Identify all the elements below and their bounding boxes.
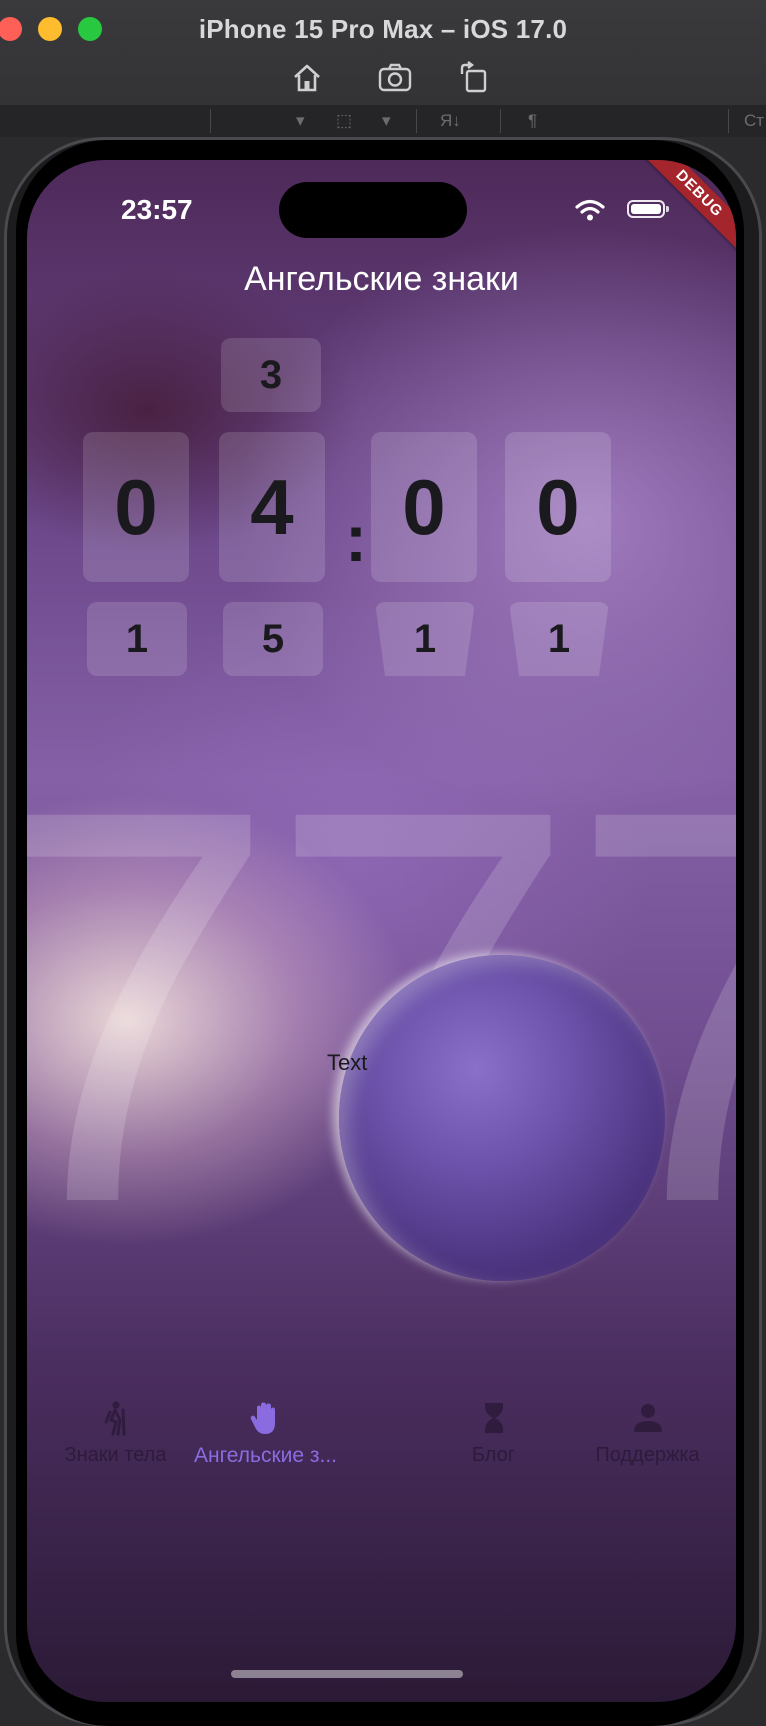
divider xyxy=(416,109,417,133)
simulator-titlebar: iPhone 15 Pro Max – iOS 17.0 xyxy=(0,0,766,115)
screenshot-icon xyxy=(378,63,412,92)
clock-separator: : xyxy=(345,501,367,575)
tab-label: Поддержка xyxy=(595,1444,700,1466)
digit-bottom-tile[interactable]: 1 xyxy=(375,602,475,676)
hiker-icon xyxy=(104,1401,125,1436)
dynamic-island xyxy=(279,182,467,238)
digit-bottom-tile[interactable]: 1 xyxy=(87,602,187,676)
tab-label: Блог xyxy=(471,1444,516,1466)
divider xyxy=(210,109,211,133)
screenshot-button[interactable] xyxy=(377,60,413,96)
border-icon[interactable]: ⬚ xyxy=(336,111,352,131)
editor-toolbar-strip: ▾ ⬚ ▾ Я↓ ¶ Ст xyxy=(0,105,766,137)
battery-icon xyxy=(627,200,669,218)
home-indicator[interactable] xyxy=(231,1670,463,1678)
rotate-button[interactable] xyxy=(456,60,492,96)
home-icon xyxy=(294,64,320,92)
status-time: 23:57 xyxy=(121,194,193,225)
person-icon xyxy=(633,1404,662,1432)
page-title: Ангельские знаки xyxy=(244,260,519,298)
window-title: iPhone 15 Pro Max – iOS 17.0 xyxy=(198,14,568,44)
placeholder-text: Text xyxy=(327,1050,368,1075)
bottom-tab-bar: Знаки тела Ангельские з... Блог Поддержк… xyxy=(27,1400,736,1520)
digit-bottom-tile[interactable]: 5 xyxy=(223,602,323,676)
wifi-icon xyxy=(575,199,605,221)
digit-tile-hour-tens[interactable]: 0 xyxy=(83,432,189,582)
hourglass-icon xyxy=(484,1403,503,1433)
dropdown-arrow-icon[interactable]: ▾ xyxy=(382,111,391,131)
home-button[interactable] xyxy=(289,60,325,96)
divider xyxy=(728,109,729,133)
digit-tile-minute-tens[interactable]: 0 xyxy=(371,432,477,582)
sort-button[interactable]: Я↓ xyxy=(440,111,461,131)
tab-support[interactable]: Поддержка xyxy=(559,1400,736,1467)
divider xyxy=(500,109,501,133)
hand-icon xyxy=(250,1402,275,1434)
phone-screen: 7 7 7 23:57 DEBUG Ангельские знаки 3 0 4… xyxy=(27,160,736,1702)
rotate-icon xyxy=(460,61,487,93)
digit-tile-minute-ones[interactable]: 0 xyxy=(505,432,611,582)
digit-tile-hour-ones[interactable]: 4 xyxy=(219,432,325,582)
background-digit: 7 xyxy=(27,800,278,1220)
style-label: Ст xyxy=(744,111,765,130)
planet-image xyxy=(339,955,665,1281)
pilcrow-button[interactable]: ¶ xyxy=(528,111,537,131)
dropdown-arrow-icon[interactable]: ▾ xyxy=(296,111,305,131)
tab-angel-signs[interactable]: Ангельские з... xyxy=(177,1400,354,1468)
digit-top-tile[interactable]: 3 xyxy=(221,338,321,412)
digit-bottom-tile[interactable]: 1 xyxy=(509,602,609,676)
tab-blog[interactable]: Блог xyxy=(405,1400,582,1467)
tab-label: Ангельские з... xyxy=(193,1444,338,1467)
